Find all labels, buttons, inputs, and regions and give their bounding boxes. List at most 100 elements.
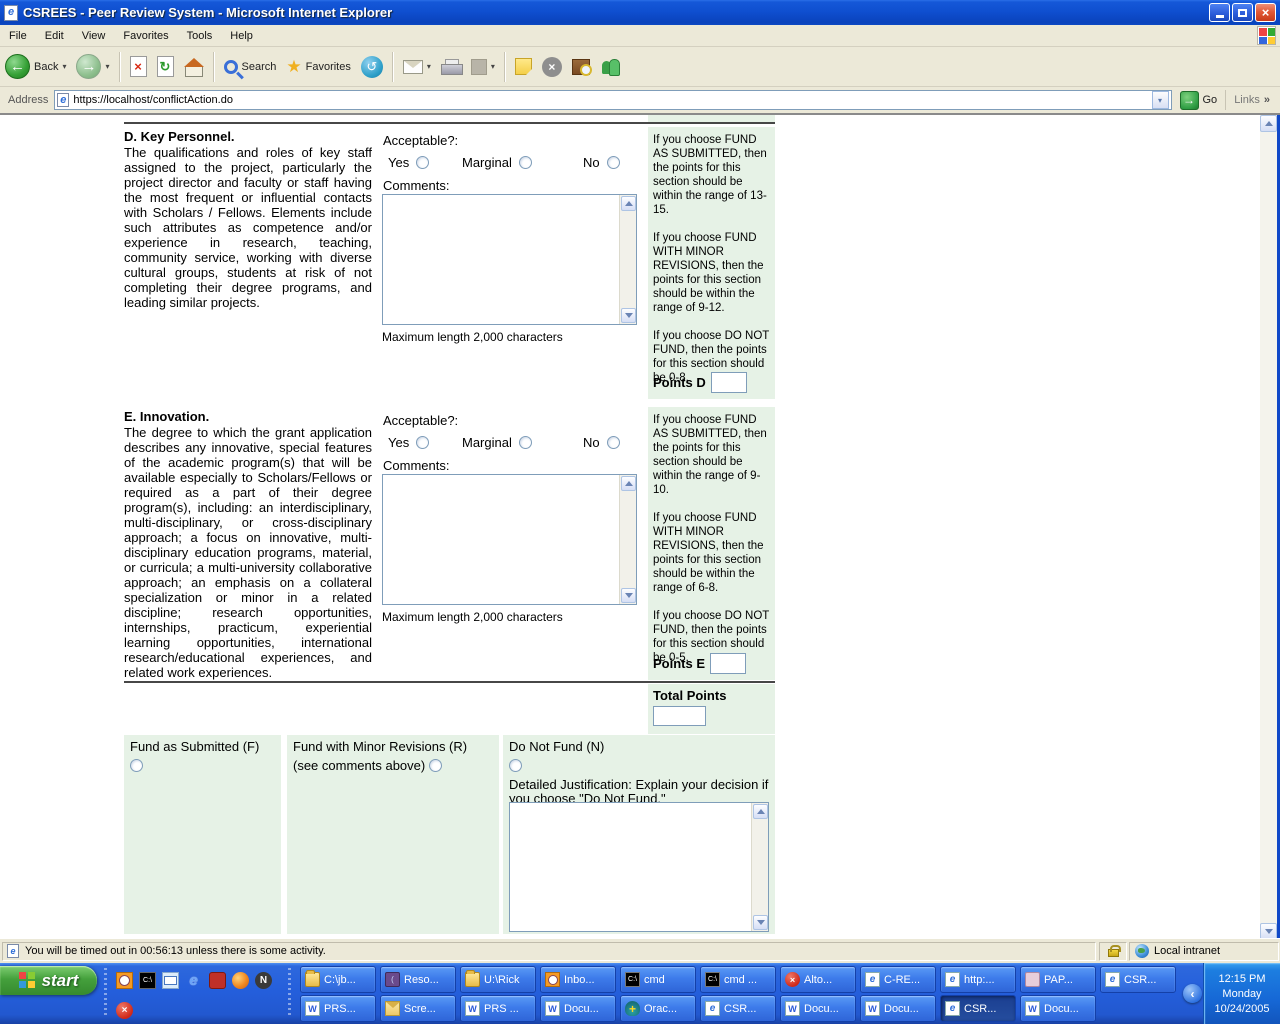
task-button[interactable]: + Orac... [620, 995, 696, 1022]
address-dropdown-button[interactable]: ▾ [1151, 91, 1169, 109]
quicklaunch-netscape-icon[interactable]: N [255, 972, 272, 989]
radio-no-d[interactable] [606, 156, 620, 169]
close-button[interactable]: × [1255, 3, 1276, 22]
task-button[interactable]: W Docu... [1020, 995, 1096, 1022]
justification-textarea[interactable] [509, 802, 769, 932]
quicklaunch-outlook-express-icon[interactable] [162, 972, 179, 989]
favorites-button[interactable]: ★ Favorites [281, 49, 356, 85]
menu-view[interactable]: View [73, 27, 115, 45]
messenger-status-button[interactable]: × [537, 49, 567, 85]
task-button[interactable]: W Docu... [540, 995, 616, 1022]
task-button[interactable]: W PRS... [300, 995, 376, 1022]
task-button[interactable]: C:\jb... [300, 966, 376, 993]
textarea-scrollbar[interactable] [619, 195, 636, 324]
page-scrollbar[interactable] [1260, 115, 1277, 938]
quicklaunch-firefox-icon[interactable] [232, 972, 249, 989]
radio-marginal-e[interactable] [518, 436, 532, 449]
total-points-input[interactable] [653, 706, 706, 726]
scroll-up-icon[interactable] [753, 804, 768, 819]
radio-yes-e[interactable] [416, 436, 430, 449]
refresh-button[interactable]: ↻ [152, 49, 179, 85]
task-button[interactable]: U:\Rick [460, 966, 536, 993]
menu-file[interactable]: File [0, 27, 36, 45]
radio-do-not-fund[interactable] [509, 759, 522, 772]
tray-chevron-button[interactable]: ‹ [1183, 984, 1202, 1003]
print-button[interactable] [436, 49, 466, 85]
task-button[interactable]: × Alto... [780, 966, 856, 993]
quicklaunch-internet-explorer-icon[interactable]: e [185, 972, 202, 989]
scrollbar-up-button[interactable] [1260, 115, 1277, 132]
menu-help[interactable]: Help [221, 27, 262, 45]
minimize-button[interactable] [1209, 3, 1230, 22]
task-button[interactable]: e CSR... [700, 995, 776, 1022]
scrollbar-down-button[interactable] [1260, 923, 1277, 938]
menu-favorites[interactable]: Favorites [114, 27, 177, 45]
forward-dropdown-icon[interactable]: ▾ [105, 62, 109, 71]
task-button[interactable]: C:\ cmd ... [700, 966, 776, 993]
links-toolbar[interactable]: Links » [1225, 90, 1280, 110]
messenger-button[interactable] [595, 49, 625, 85]
task-button[interactable]: W Docu... [780, 995, 856, 1022]
scroll-up-icon[interactable] [621, 196, 636, 211]
stop-button[interactable]: × [125, 49, 152, 85]
task-button[interactable]: e http:... [940, 966, 1016, 993]
clock-tray[interactable]: 12:15 PM Monday 10/24/2005 [1203, 963, 1280, 1024]
scroll-up-icon[interactable] [621, 476, 636, 491]
task-button[interactable]: Scre... [380, 995, 456, 1022]
comments-textarea-e[interactable] [382, 474, 637, 605]
task-button[interactable]: e C-RE... [860, 966, 936, 993]
address-input[interactable]: e https://localhost/conflictAction.do ▾ [54, 90, 1172, 110]
radio-fund-minor-revisions[interactable] [429, 759, 443, 772]
task-button[interactable]: W Docu... [860, 995, 936, 1022]
quicklaunch-red-x-icon[interactable]: × [116, 1002, 133, 1019]
task-button[interactable]: Inbo... [540, 966, 616, 993]
guidance-fund-minor-revisions: If you choose FUND WITH MINOR REVISIONS,… [653, 232, 764, 314]
home-button[interactable] [179, 49, 209, 85]
search-button[interactable]: Search [219, 49, 282, 85]
points-e-input[interactable] [710, 653, 747, 674]
word-document-icon: W [865, 1001, 880, 1016]
textarea-scrollbar[interactable] [751, 803, 768, 931]
forward-button[interactable]: → ▾ [71, 49, 114, 85]
option-yes: Yes [388, 155, 430, 170]
quicklaunch-dragon-app-icon[interactable] [209, 972, 226, 989]
task-button[interactable]: (Reso... [380, 966, 456, 993]
scroll-down-icon[interactable] [621, 308, 636, 323]
edit-icon [470, 58, 487, 75]
task-button[interactable]: PAP... [1020, 966, 1096, 993]
menu-tools[interactable]: Tools [178, 27, 222, 45]
mail-button[interactable]: ▾ [398, 49, 436, 85]
menu-edit[interactable]: Edit [36, 27, 73, 45]
go-button[interactable]: → Go [1172, 90, 1226, 110]
ie-document-icon: e [945, 1001, 960, 1016]
mail-dropdown-icon[interactable]: ▾ [427, 62, 431, 71]
scroll-down-icon[interactable] [621, 588, 636, 603]
radio-yes-d[interactable] [416, 156, 430, 169]
scroll-down-icon[interactable] [753, 915, 768, 930]
radio-marginal-d[interactable] [518, 156, 532, 169]
back-dropdown-icon[interactable]: ▾ [62, 62, 66, 71]
restore-button[interactable] [1232, 3, 1253, 22]
points-d-input[interactable] [710, 372, 747, 393]
start-button[interactable]: start [0, 966, 97, 995]
quicklaunch-clock-icon[interactable] [116, 972, 133, 989]
edit-button[interactable]: ▾ [466, 49, 500, 85]
do-not-fund-cell: Do Not Fund (N) Detailed Justification: … [503, 735, 775, 934]
discuss-button[interactable] [510, 49, 537, 85]
task-button-active[interactable]: e CSR... [940, 995, 1016, 1022]
textarea-scrollbar[interactable] [619, 475, 636, 604]
task-button[interactable]: e CSR... [1100, 966, 1176, 993]
task-button[interactable]: C:\ cmd [620, 966, 696, 993]
comments-textarea-d[interactable] [382, 194, 637, 325]
task-button[interactable]: W PRS ... [460, 995, 536, 1022]
radio-fund-as-submitted[interactable] [130, 759, 143, 772]
edit-dropdown-icon[interactable]: ▾ [491, 62, 495, 71]
close-icon: × [1261, 5, 1270, 20]
back-button[interactable]: ← Back ▾ [0, 49, 71, 85]
quicklaunch-cmd-icon[interactable]: C:\ [139, 972, 156, 989]
radio-no-e[interactable] [606, 436, 620, 449]
history-button[interactable]: ↺ [356, 49, 388, 85]
word-document-icon: W [785, 1001, 800, 1016]
research-button[interactable] [567, 49, 595, 85]
mail-icon [402, 59, 423, 74]
